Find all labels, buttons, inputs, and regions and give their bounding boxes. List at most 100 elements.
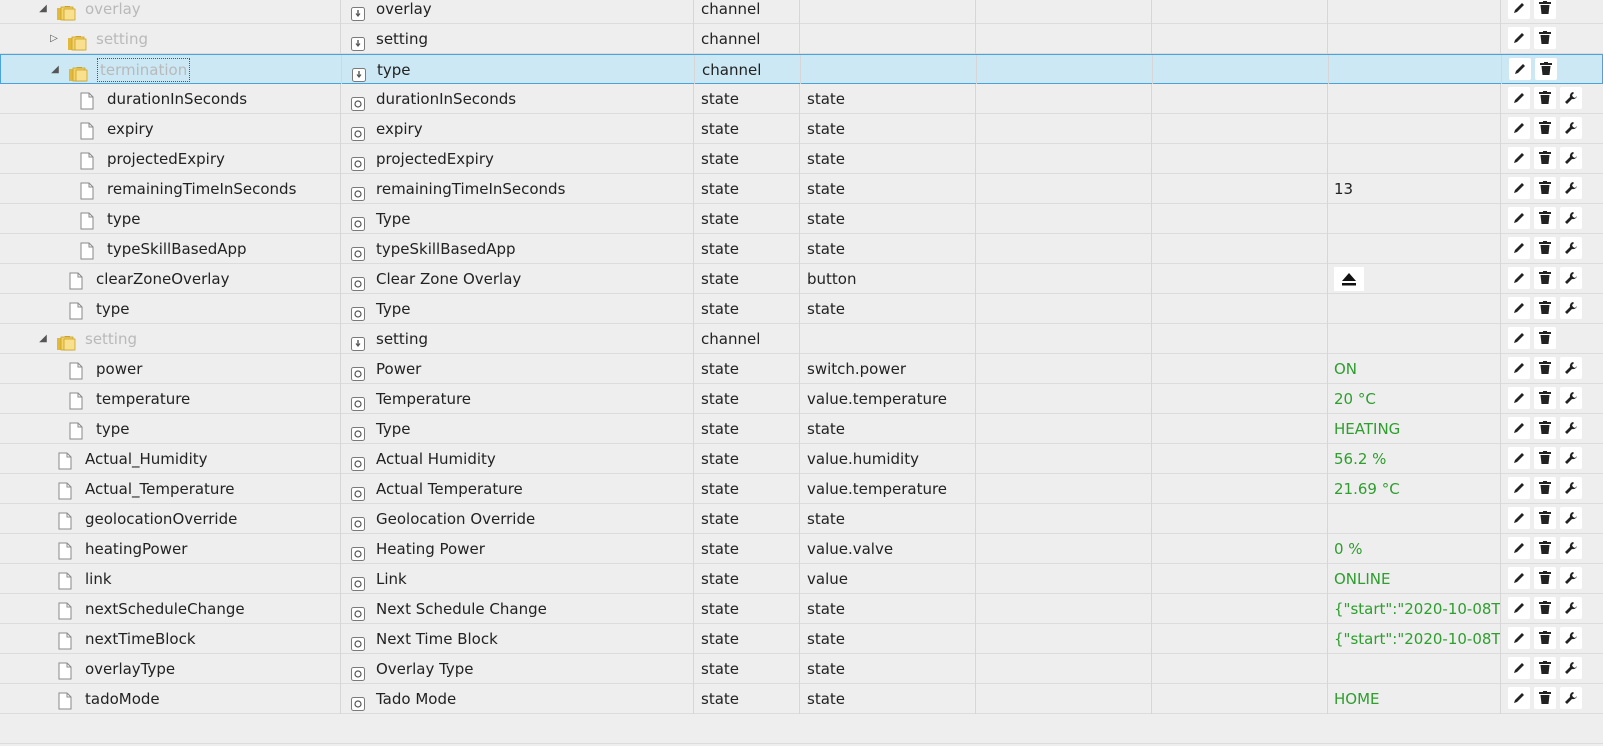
table-row[interactable]: Actual_Temperature Actual Temperature stat… [0,474,1603,504]
expanded-triangle-icon[interactable]: ◢ [37,0,49,24]
value-cell[interactable] [1328,504,1501,534]
value-cell[interactable] [1328,294,1501,324]
table-row[interactable]: geolocationOverride Geolocation Override s… [0,504,1603,534]
edit-button[interactable] [1508,327,1530,349]
delete-button[interactable] [1534,387,1556,409]
table-row[interactable]: typeSkillBasedApp typeSkillBasedApp state s… [0,234,1603,264]
value-cell[interactable] [1329,55,1502,85]
settings-button[interactable] [1560,687,1582,709]
value-cell[interactable]: 56.2 % [1328,444,1501,474]
delete-button[interactable] [1534,627,1556,649]
table-row[interactable]: link Link state value ONLINE [0,564,1603,594]
edit-button[interactable] [1508,357,1530,379]
settings-button[interactable] [1560,207,1582,229]
delete-button[interactable] [1534,117,1556,139]
value-cell[interactable] [1328,24,1501,54]
delete-button[interactable] [1534,0,1556,19]
edit-button[interactable] [1508,537,1530,559]
edit-button[interactable] [1508,27,1530,49]
edit-button[interactable] [1508,87,1530,109]
delete-button[interactable] [1534,537,1556,559]
settings-button[interactable] [1560,567,1582,589]
value-cell[interactable]: HOME [1328,684,1501,714]
table-row[interactable]: Actual_Humidity Actual Humidity state value… [0,444,1603,474]
table-row[interactable]: type Type state state [0,204,1603,234]
settings-button[interactable] [1560,657,1582,679]
value-cell[interactable] [1328,264,1501,294]
settings-button[interactable] [1560,537,1582,559]
settings-button[interactable] [1560,627,1582,649]
edit-button[interactable] [1508,297,1530,319]
settings-button[interactable] [1560,237,1582,259]
table-row[interactable]: ◢ overlay overlay channel [0,0,1603,24]
delete-button[interactable] [1534,417,1556,439]
delete-button[interactable] [1534,597,1556,619]
table-row[interactable]: tadoMode Tado Mode state state HOME [0,684,1603,714]
value-cell[interactable]: HEATING [1328,414,1501,444]
value-cell[interactable]: 0 % [1328,534,1501,564]
value-cell[interactable] [1328,204,1501,234]
edit-button[interactable] [1508,147,1530,169]
edit-button[interactable] [1509,58,1531,80]
table-row[interactable]: projectedExpiry projectedExpiry state state [0,144,1603,174]
settings-button[interactable] [1560,177,1582,199]
edit-button[interactable] [1508,237,1530,259]
edit-button[interactable] [1508,657,1530,679]
value-cell[interactable] [1328,324,1501,354]
value-cell[interactable]: 20 °C [1328,384,1501,414]
delete-button[interactable] [1534,297,1556,319]
edit-button[interactable] [1508,267,1530,289]
table-row[interactable]: overlayType Overlay Type state state [0,654,1603,684]
expanded-triangle-icon[interactable]: ◢ [37,324,49,354]
table-row[interactable]: remainingTimeInSeconds remainingTimeInSec… [0,174,1603,204]
table-row[interactable]: power Power state switch.power ON [0,354,1603,384]
value-cell[interactable] [1328,0,1501,24]
edit-button[interactable] [1508,207,1530,229]
table-row[interactable]: nextTimeBlock Next Time Block state state {"… [0,624,1603,654]
table-row[interactable]: type Type state state HEATING [0,414,1603,444]
delete-button[interactable] [1534,147,1556,169]
edit-button[interactable] [1508,477,1530,499]
table-row[interactable]: durationInSeconds durationInSeconds state s… [0,84,1603,114]
settings-button[interactable] [1560,447,1582,469]
value-cell[interactable] [1328,144,1501,174]
settings-button[interactable] [1560,117,1582,139]
table-row[interactable]: expiry expiry state state [0,114,1603,144]
delete-button[interactable] [1534,357,1556,379]
table-row[interactable]: temperature Temperature state value.tempera… [0,384,1603,414]
edit-button[interactable] [1508,687,1530,709]
settings-button[interactable] [1560,387,1582,409]
settings-button[interactable] [1560,87,1582,109]
delete-button[interactable] [1534,207,1556,229]
table-row[interactable]: ◢ setting setting channel [0,324,1603,354]
edit-button[interactable] [1508,597,1530,619]
settings-button[interactable] [1560,417,1582,439]
table-row[interactable]: nextScheduleChange Next Schedule Change st… [0,594,1603,624]
delete-button[interactable] [1534,267,1556,289]
value-cell[interactable]: {"start":"2020-10-08T02 [1328,594,1501,624]
edit-button[interactable] [1508,0,1530,19]
delete-button[interactable] [1535,58,1557,80]
delete-button[interactable] [1534,237,1556,259]
expanded-triangle-icon[interactable]: ◢ [49,55,61,85]
edit-button[interactable] [1508,567,1530,589]
value-cell[interactable] [1328,114,1501,144]
settings-button[interactable] [1560,597,1582,619]
value-cell[interactable] [1328,654,1501,684]
table-row[interactable]: clearZoneOverlay Clear Zone Overlay state b… [0,264,1603,294]
edit-button[interactable] [1508,387,1530,409]
settings-button[interactable] [1560,477,1582,499]
eject-icon[interactable] [1334,267,1364,291]
settings-button[interactable] [1560,147,1582,169]
edit-button[interactable] [1508,507,1530,529]
settings-button[interactable] [1560,357,1582,379]
delete-button[interactable] [1534,27,1556,49]
delete-button[interactable] [1534,177,1556,199]
delete-button[interactable] [1534,567,1556,589]
delete-button[interactable] [1534,87,1556,109]
table-row[interactable]: ◢ termination type channel [0,54,1603,85]
value-cell[interactable]: ON [1328,354,1501,384]
table-row[interactable]: heatingPower Heating Power state value.valv… [0,534,1603,564]
collapsed-triangle-icon[interactable]: ▷ [48,24,60,54]
edit-button[interactable] [1508,117,1530,139]
